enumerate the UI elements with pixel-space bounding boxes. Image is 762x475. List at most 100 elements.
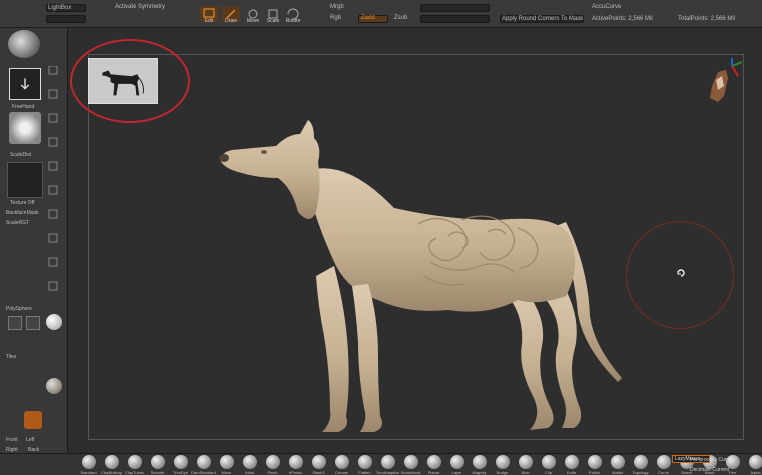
zsub-label[interactable]: Zsub	[394, 15, 407, 21]
inflat-icon[interactable]	[26, 316, 40, 330]
brush-icon	[150, 455, 165, 469]
gizmo-icon[interactable]	[24, 411, 42, 429]
rotate-label: Rotate	[285, 18, 301, 24]
brush-snakehook[interactable]: Snakehook	[400, 454, 421, 475]
polypaint-icon[interactable]	[8, 316, 22, 330]
texture-off-label: Texture Off	[10, 200, 35, 206]
brush-label: TrimDyn	[173, 470, 188, 475]
brush-label: Planar	[427, 470, 440, 475]
brush-icon	[173, 455, 188, 469]
brush-icon	[357, 455, 372, 469]
brush-icon	[127, 455, 142, 469]
brush-label: Smooth	[150, 470, 165, 475]
brush-icon	[610, 455, 625, 469]
brush-label: TrimAdaptive	[375, 470, 400, 475]
backfacemask-label[interactable]: BackfaceMask	[6, 210, 39, 216]
brush-label: Slash3	[312, 470, 325, 475]
brush-curve[interactable]: Curve	[655, 454, 672, 475]
brush-move[interactable]: Move	[218, 454, 235, 475]
brush-shelf: Standard ClayBuildup ClayTubes Smooth TrimDy…	[80, 454, 762, 475]
brush-icon	[564, 455, 579, 469]
explore-field[interactable]	[46, 15, 86, 23]
brush-crease[interactable]: Crease	[333, 454, 350, 475]
brush-claytubes[interactable]: ClayTubes	[125, 454, 144, 475]
brush-icon	[587, 455, 602, 469]
brush-knife[interactable]: Knife	[563, 454, 580, 475]
front-label[interactable]: Front	[6, 437, 18, 443]
brush-planar[interactable]: Planar	[425, 454, 442, 475]
scale-button[interactable]: Scale	[264, 6, 282, 24]
alpha-icon[interactable]	[9, 112, 41, 144]
tiles-label[interactable]: Tiles	[6, 354, 16, 360]
brush-label: ClayTubes	[125, 470, 144, 475]
brush-icon	[449, 455, 464, 469]
brush-claybuildup[interactable]: ClayBuildup	[101, 454, 122, 475]
brush-icon	[288, 455, 303, 469]
brush-label: Pinch	[267, 470, 278, 475]
brush-icon	[311, 455, 326, 469]
focal-shift-slider[interactable]	[420, 4, 490, 12]
brush-label: Crease	[335, 470, 348, 475]
brush-hpolish[interactable]: hPolish	[287, 454, 304, 475]
brush-icon	[380, 455, 395, 469]
navigation-gyro[interactable]	[696, 56, 746, 112]
draw-size-slider[interactable]	[420, 15, 490, 23]
brush-label: Inflat	[245, 470, 254, 475]
brush-label: Mallet	[612, 470, 623, 475]
sculpted-dog-model[interactable]	[218, 116, 638, 446]
annotation-ring	[70, 39, 190, 123]
rotate-button[interactable]: Rotate	[284, 6, 302, 24]
brush-slash3[interactable]: Slash3	[310, 454, 327, 475]
mrgb-label[interactable]: Mrgb	[330, 4, 344, 10]
brush-nudge[interactable]: Nudge	[494, 454, 511, 475]
brush-label: Polish	[589, 470, 600, 475]
brush-clip[interactable]: Clip	[540, 454, 557, 475]
brush-trimdyn[interactable]: TrimDyn	[172, 454, 189, 475]
brush-icon	[518, 455, 533, 469]
matcap-icon[interactable]	[46, 378, 62, 394]
flat-material-icon[interactable]	[46, 314, 62, 330]
accucurve-label[interactable]: AccuCurve	[592, 4, 621, 10]
brush-label: Layer	[451, 470, 462, 475]
brush-icon	[472, 455, 487, 469]
brush-mallet[interactable]: Mallet	[609, 454, 626, 475]
brush-topology[interactable]: Topology	[632, 454, 649, 475]
edit-button[interactable]: Edit	[200, 6, 218, 24]
preprocess-label[interactable]: Pre-process Current	[690, 457, 735, 463]
brush-magnify[interactable]: Magnify	[471, 454, 488, 475]
brush-layer[interactable]: Layer	[448, 454, 465, 475]
left-label[interactable]: Left	[26, 437, 34, 443]
brush-label: Move	[221, 470, 232, 475]
brush-label: Topology	[632, 470, 649, 475]
rgb-label[interactable]: Rgb	[330, 15, 341, 21]
move-button[interactable]: Move	[244, 6, 262, 24]
brush-polish[interactable]: Polish	[586, 454, 603, 475]
brush-inflat[interactable]: Inflat	[241, 454, 258, 475]
brush-smooth[interactable]: Smooth	[149, 454, 166, 475]
scalergt-label[interactable]: ScaleRGT	[6, 220, 29, 226]
brush-label: Knife	[566, 470, 577, 475]
document-viewport[interactable]	[68, 28, 762, 453]
brush-damstandard[interactable]: DamStandard	[191, 454, 216, 475]
current-brush-icon[interactable]	[8, 30, 40, 58]
brush-standard[interactable]: Standard	[80, 454, 97, 475]
texture-swatch[interactable]	[7, 162, 43, 198]
brush-alpha[interactable]: Alpha	[747, 454, 762, 475]
active-points-label: ActivePoints: 2,566 Mil	[592, 16, 653, 22]
brush-icon	[265, 455, 280, 469]
round-corners-label: Apply Round Corners To Mask	[502, 16, 584, 22]
brush-blob[interactable]: Blob	[517, 454, 534, 475]
brush-icon	[748, 455, 762, 469]
draw-button[interactable]: Draw	[222, 6, 240, 24]
rotate-cursor-icon	[675, 267, 687, 279]
brush-label: Clip	[545, 470, 552, 475]
brush-pinch[interactable]: Pinch	[264, 454, 281, 475]
activate-symmetry-label[interactable]: Activate Symmetry	[115, 4, 165, 10]
decimate-label[interactable]: Decimate Current	[690, 467, 729, 473]
brush-trimadaptive[interactable]: TrimAdaptive	[375, 454, 400, 475]
brush-label: Snakehook	[400, 470, 421, 475]
stroke-icon[interactable]	[9, 68, 41, 100]
polysphere-label[interactable]: PolySphere	[6, 306, 32, 312]
brush-flatten[interactable]: Flatten	[356, 454, 373, 475]
brush-label: Nudge	[496, 470, 509, 475]
